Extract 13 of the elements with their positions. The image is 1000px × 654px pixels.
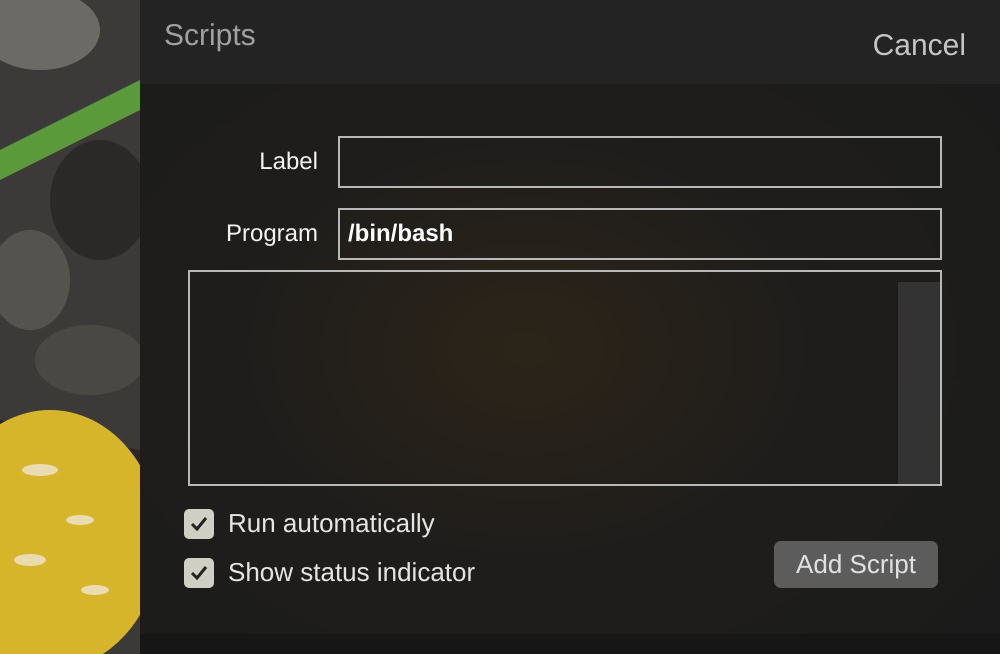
script-text-area[interactable] [188, 270, 942, 486]
checkbox-label: Show status indicator [228, 557, 476, 588]
cancel-button[interactable]: Cancel [872, 29, 966, 63]
checkbox-label: Run automatically [228, 508, 435, 539]
input-field[interactable] [338, 136, 942, 188]
checkbox[interactable] [184, 508, 214, 538]
checkbox[interactable] [184, 558, 214, 588]
dialog-title: Scripts [164, 19, 256, 53]
field-label: Label [258, 148, 318, 176]
scrollbar-track[interactable] [898, 282, 940, 484]
field-label: Program [224, 220, 318, 248]
add-script-button[interactable]: Add Script [774, 541, 938, 588]
input-field[interactable]: /bin/bash [338, 208, 942, 260]
